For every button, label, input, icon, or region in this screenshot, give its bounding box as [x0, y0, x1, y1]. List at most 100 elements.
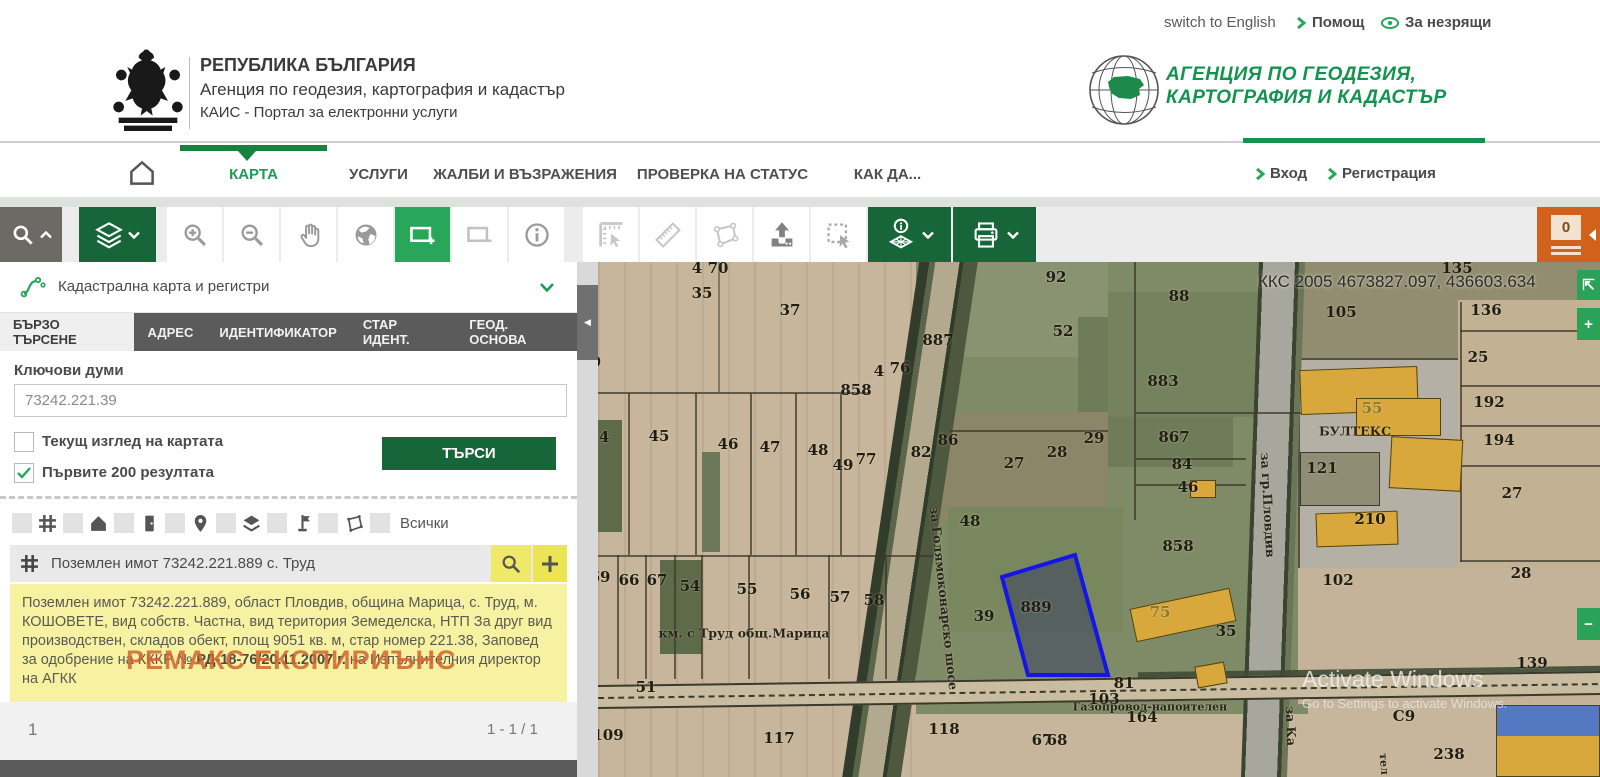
accessibility-link[interactable]: За незрящи — [1381, 14, 1491, 31]
result-row[interactable]: Поземлен имот 73242.221.889 с. Труд — [10, 545, 567, 582]
upload-button[interactable] — [754, 207, 809, 262]
portal-subtitle: КАИС - Портал за електронни услуги — [200, 104, 565, 121]
result-zoom-to-button[interactable] — [491, 545, 531, 582]
select-rectangle-remove-button[interactable] — [452, 207, 507, 262]
filter-checkbox-all[interactable] — [370, 513, 390, 533]
search-button[interactable]: ТЪРСИ — [382, 437, 556, 470]
zoom-in-button[interactable] — [167, 207, 222, 262]
current-view-checkbox[interactable] — [14, 432, 34, 452]
watermark-text: РЕМАКС ЕКСПИРИЪНС — [126, 645, 456, 676]
tab-barzo-tarsene[interactable]: БЪРЗО ТЪРСЕНЕ — [0, 313, 134, 351]
map-label: 121 — [1306, 459, 1337, 477]
nav-tab-zhalbi[interactable]: ЖАЛБИ И ВЪЗРАЖЕНИЯ — [430, 151, 620, 198]
print-button[interactable] — [953, 207, 1036, 262]
sidebar-collapse-handle[interactable]: ◀ — [577, 285, 598, 360]
header: РЕПУБЛИКА БЪЛГАРИЯ Агенция по геодезия, … — [0, 45, 1600, 143]
map-label: км. с Труд общ.Марица — [658, 626, 829, 641]
route-icon — [20, 276, 46, 298]
nav-tab-karta[interactable]: КАРТА — [180, 151, 327, 198]
tab-identifikator[interactable]: ИДЕНТИФИКАТОР — [206, 313, 349, 351]
page-number[interactable]: 1 — [28, 720, 37, 740]
filter-checkbox-geodetic[interactable] — [267, 513, 287, 533]
measure-distance-button[interactable] — [640, 207, 695, 262]
measure-area-button[interactable] — [697, 207, 752, 262]
house-icon — [89, 514, 108, 533]
map-label: 84 — [1172, 455, 1193, 473]
map-label: 48 — [960, 512, 981, 530]
pan-button[interactable] — [281, 207, 336, 262]
filter-checkbox-building[interactable] — [63, 513, 83, 533]
flag-icon — [293, 514, 312, 533]
switch-language-link[interactable]: switch to English — [1164, 14, 1276, 31]
zoom-extent-button[interactable]: ⇱ — [1577, 270, 1600, 300]
layer-group-header[interactable]: Кадастрална карта и регистри — [0, 262, 577, 313]
nav-home[interactable] — [120, 153, 164, 193]
result-add-button[interactable] — [533, 545, 567, 582]
filter-checkbox-address[interactable] — [165, 513, 185, 533]
overview-button[interactable] — [338, 207, 393, 262]
zoom-in-icon — [181, 221, 209, 249]
printer-icon — [971, 220, 1001, 250]
tab-adres[interactable]: АДРЕС — [134, 313, 206, 351]
map-label: 55 — [1362, 399, 1383, 417]
map-label: 105 — [1325, 303, 1356, 321]
parcel-grid-icon — [20, 554, 39, 573]
map-label: 76 — [890, 359, 911, 377]
map-viewport[interactable]: 4703537985847692888875288310513513625192… — [598, 262, 1600, 777]
zoom-out-button[interactable] — [224, 207, 279, 262]
filter-row: Всички — [12, 512, 565, 534]
info-button[interactable] — [509, 207, 564, 262]
map-label: 77 — [856, 450, 877, 468]
map-zoom-out-button[interactable]: − — [1577, 608, 1600, 640]
map-label: 69 — [598, 568, 610, 586]
topbar: switch to English Помощ За незрящи — [0, 0, 1600, 45]
filter-checkbox-parcel[interactable] — [12, 513, 32, 533]
republic-title: РЕПУБЛИКА БЪЛГАРИЯ — [200, 55, 565, 76]
tab-star-ident[interactable]: СТАР ИДЕНТ. — [350, 313, 456, 351]
map-zoom-in-button[interactable]: + — [1577, 308, 1600, 340]
filter-checkbox-entrance[interactable] — [114, 513, 134, 533]
search-tabs: БЪРЗО ТЪРСЕНЕ АДРЕС ИДЕНТИФИКАТОР СТАР И… — [0, 313, 577, 351]
login-link[interactable]: Вход — [1255, 165, 1307, 182]
select-rectangle-add-button[interactable] — [395, 207, 450, 262]
map-label: 238 — [1433, 745, 1464, 763]
filter-checkbox-zone[interactable] — [318, 513, 338, 533]
box-select-button[interactable] — [811, 207, 866, 262]
search-panel-button[interactable] — [0, 207, 62, 262]
identify-layers-button[interactable] — [868, 207, 951, 262]
sidebar: Кадастрална карта и регистри БЪРЗО ТЪРСЕ… — [0, 262, 577, 777]
search-icon — [10, 222, 36, 248]
layers-button[interactable] — [79, 207, 156, 262]
map-label: 117 — [763, 729, 794, 747]
map-label: 35 — [692, 284, 713, 302]
map-label: 139 — [1516, 654, 1547, 672]
nav-tab-uslugi[interactable]: УСЛУГИ — [327, 151, 430, 198]
map-label: 210 — [1354, 510, 1385, 528]
map-label: 889 — [1020, 598, 1051, 616]
map-label: 57 — [830, 588, 851, 606]
result-title: Поземлен имот 73242.221.889 с. Труд — [51, 555, 491, 572]
first-200-checkbox[interactable] — [14, 463, 34, 483]
measure-point-button[interactable] — [583, 207, 638, 262]
cart-button[interactable]: 0 — [1537, 207, 1600, 262]
map-label: 51 — [636, 678, 657, 696]
keywords-input[interactable] — [14, 384, 567, 417]
coordinate-readout: ККС 2005 4673827.097, 436603.634 — [1258, 272, 1536, 292]
nav-bottom-strip — [0, 197, 1600, 207]
map-label: 858 — [840, 381, 871, 399]
nav-tab-proverka[interactable]: ПРОВЕРКА НА СТАТУС — [620, 151, 825, 198]
tab-geod-osnova[interactable]: ГЕОД. ОСНОВА — [456, 313, 577, 351]
nav-tab-kak-da[interactable]: КАК ДА... — [825, 151, 950, 198]
map-label: 109 — [598, 726, 624, 744]
pagination-bar: 1 1 - 1 / 1 — [0, 702, 577, 760]
register-link[interactable]: Регистрация — [1327, 165, 1436, 182]
chevron-down-icon — [128, 231, 140, 239]
map-label: 27 — [1004, 454, 1025, 472]
map-label: Газопровод-напоителен — [1073, 701, 1227, 714]
map-label: 75 — [1150, 603, 1171, 621]
help-link[interactable]: Помощ — [1296, 14, 1364, 31]
chevron-right-icon — [1255, 168, 1265, 180]
map-label: 192 — [1473, 393, 1504, 411]
filter-checkbox-layers[interactable] — [216, 513, 236, 533]
map-label: 858 — [1162, 537, 1193, 555]
